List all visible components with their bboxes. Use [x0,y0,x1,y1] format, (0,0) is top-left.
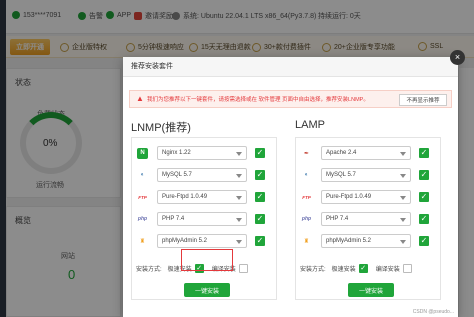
ftp-icon: FTP [138,194,147,200]
recommend-notice: ▲ 我们为您推荐以下一键套件，请按需选择或在 软件管理 页面中自由选择，推荐安装… [129,90,452,108]
nginx-icon: N [137,147,148,159]
lnmp-panel: N Nginx 1.22 ✓ ◐ MySQL 5.7 ✓ FTP Pure-Ft… [131,137,277,300]
lnmp-install-button[interactable]: 一键安装 [184,283,230,297]
lamp-row-mysql: ◐ MySQL 5.7 ✓ [301,168,435,182]
mysql-icon: ◐ [140,172,145,178]
checkbox[interactable]: ✓ [419,236,429,246]
version-select[interactable]: Pure-Ftpd 1.0.49 [157,190,247,204]
checkbox[interactable]: ✓ [419,214,429,224]
install-suite-dialog: 推荐安装套件 × ▲ 我们为您推荐以下一键套件，请按需选择或在 软件管理 页面中… [123,50,465,317]
version-select[interactable]: phpMyAdmin 5.2 [157,234,247,248]
version-select[interactable]: Apache 2.4 [321,146,411,160]
lnmp-row-phpmyadmin: ♜ phpMyAdmin 5.2 ✓ [137,234,271,248]
checkbox[interactable]: ✓ [419,192,429,202]
version-select[interactable]: MySQL 5.7 [157,168,247,182]
phpmyadmin-icon: ♜ [139,238,146,245]
chevron-down-icon [236,152,242,156]
version-select[interactable]: Nginx 1.22 [157,146,247,160]
lamp-row-php: php PHP 7.4 ✓ [301,212,435,226]
chevron-down-icon [400,218,406,222]
lnmp-row-ftp: FTP Pure-Ftpd 1.0.49 ✓ [137,190,271,204]
lamp-install-button[interactable]: 一键安装 [348,283,394,297]
lamp-row-phpmyadmin: ♜ phpMyAdmin 5.2 ✓ [301,234,435,248]
lamp-row-ftp: FTP Pure-Ftpd 1.0.49 ✓ [301,190,435,204]
checkbox[interactable]: ✓ [419,148,429,158]
lamp-panel: ✒ Apache 2.4 ✓ ◐ MySQL 5.7 ✓ FTP Pure-Ft… [295,137,441,300]
compile-install-checkbox[interactable] [238,264,248,273]
chevron-down-icon [236,240,242,244]
checkbox[interactable]: ✓ [255,148,265,158]
checkbox[interactable]: ✓ [255,192,265,202]
version-select[interactable]: PHP 7.4 [157,212,247,226]
checkbox[interactable]: ✓ [255,214,265,224]
highlight-box [181,249,233,271]
lamp-row-apache: ✒ Apache 2.4 ✓ [301,146,435,160]
php-icon: php [137,216,148,222]
checkbox[interactable]: ✓ [255,236,265,246]
lnmp-row-php: php PHP 7.4 ✓ [137,212,271,226]
version-select[interactable]: PHP 7.4 [321,212,411,226]
close-icon[interactable]: × [450,50,465,65]
compile-install-checkbox[interactable] [402,264,412,273]
phpmyadmin-icon: ♜ [303,238,310,245]
fast-install-checkbox[interactable]: ✓ [358,264,368,273]
chevron-down-icon [400,240,406,244]
warning-icon: ▲ [136,94,144,103]
dialog-title: 推荐安装套件 [123,57,458,77]
chevron-down-icon [236,174,242,178]
php-icon: php [301,216,312,222]
checkbox[interactable]: ✓ [255,170,265,180]
version-select[interactable]: Pure-Ftpd 1.0.49 [321,190,411,204]
chevron-down-icon [236,218,242,222]
mysql-icon: ◐ [304,172,309,178]
apache-icon: ✒ [303,150,310,157]
notice-text: 我们为您推荐以下一键套件，请按需选择或在 软件管理 页面中自由选择，推荐安装LN… [147,97,369,103]
version-select[interactable]: phpMyAdmin 5.2 [321,234,411,248]
checkbox[interactable]: ✓ [419,170,429,180]
version-select[interactable]: MySQL 5.7 [321,168,411,182]
lamp-install-method: 安装方式: 极速安装 ✓ 编译安装 [300,264,420,273]
lnmp-row-nginx: N Nginx 1.22 ✓ [137,146,271,160]
chevron-down-icon [236,196,242,200]
ftp-icon: FTP [302,194,311,200]
chevron-down-icon [400,152,406,156]
lamp-title: LAMP [295,119,325,131]
lnmp-row-mysql: ◐ MySQL 5.7 ✓ [137,168,271,182]
lnmp-title: LNMP(推荐) [131,122,191,134]
watermark: CSDN @pseudo... [412,309,454,315]
chevron-down-icon [400,174,406,178]
chevron-down-icon [400,196,406,200]
hide-recommend-button[interactable]: 不再显示推荐 [399,94,447,106]
